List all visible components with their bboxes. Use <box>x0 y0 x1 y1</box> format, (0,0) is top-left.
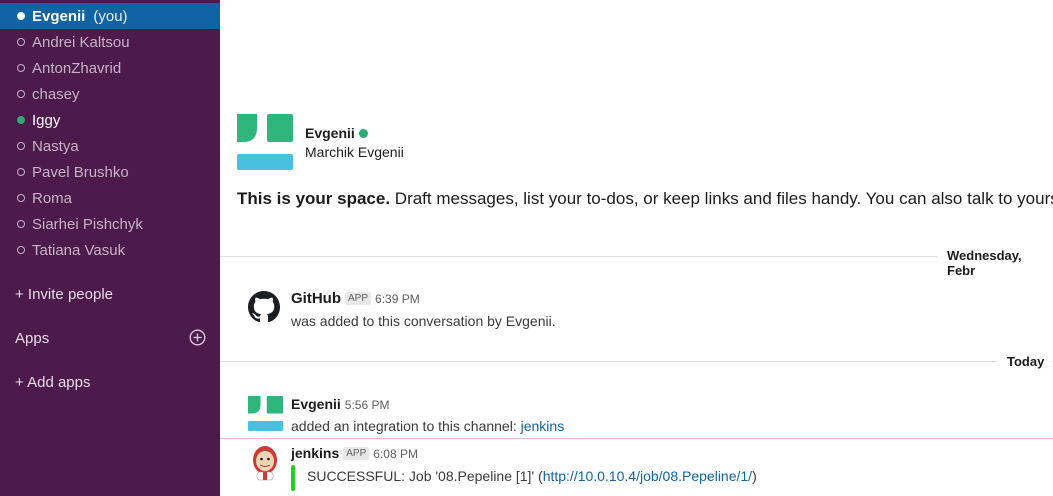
message-timestamp[interactable]: 6:08 PM <box>373 447 418 461</box>
jenkins-link[interactable]: jenkins <box>521 418 565 434</box>
dm-name: chasey <box>32 85 80 103</box>
message-author[interactable]: Evgenii <box>291 396 341 412</box>
attachment-text: SUCCESSFUL: Job '08.Pepeline [1]' (http:… <box>307 468 757 484</box>
github-avatar-icon[interactable] <box>248 291 280 323</box>
dm-item-antonzhavrid[interactable]: AntonZhavrid <box>0 55 220 81</box>
dm-item-siarhei-pishchyk[interactable]: Siarhei Pishchyk <box>0 211 220 237</box>
dm-item-iggy[interactable]: Iggy <box>0 107 220 133</box>
message-author[interactable]: jenkins <box>291 445 339 461</box>
new-messages-line <box>220 438 1053 439</box>
dm-item-evgenii[interactable]: Evgenii (you) <box>0 3 220 29</box>
presence-dot <box>17 142 25 150</box>
intro-full-name: Marchik Evgenii <box>305 144 404 160</box>
dm-name: AntonZhavrid <box>32 59 122 77</box>
attachment-text-before: SUCCESSFUL: Job '08.Pepeline [1]' ( <box>307 468 543 484</box>
dm-item-nastya[interactable]: Nastya <box>0 133 220 159</box>
dm-item-tatiana-vasuk[interactable]: Tatiana Vasuk <box>0 237 220 263</box>
dm-name: Roma <box>32 189 73 207</box>
presence-dot <box>17 246 25 254</box>
dm-name: Andrei Kaltsou <box>32 33 130 51</box>
message-body: added an integration to this channel: <box>291 418 521 434</box>
dm-name: Evgenii <box>32 7 86 25</box>
app-badge: APP <box>345 292 372 305</box>
intro-bold-text: This is your space. <box>237 189 391 208</box>
day-divider-label[interactable]: Wednesday, Febr <box>937 248 1053 278</box>
presence-dot <box>17 64 25 72</box>
dm-name: Iggy <box>32 111 61 129</box>
jenkins-avatar-icon[interactable] <box>250 445 280 481</box>
message-header: jenkins APP 6:08 PM <box>291 445 418 463</box>
dm-name: Pavel Brushko <box>32 163 129 181</box>
job-url-link[interactable]: http://10.0.10.4/job/08.Pepeline/1/ <box>543 468 752 484</box>
attachment-status-bar <box>291 465 295 491</box>
intro-text: This is your space. Draft messages, list… <box>237 189 1053 209</box>
message-header: GitHub APP 6:39 PM <box>291 290 420 308</box>
add-apps-link[interactable]: + Add apps <box>15 374 90 391</box>
intro-body-text: Draft messages, list your to-dos, or kee… <box>390 189 1053 208</box>
dm-item-andrei-kaltsou[interactable]: Andrei Kaltsou <box>0 29 220 55</box>
dm-name: Siarhei Pishchyk <box>32 215 143 233</box>
presence-dot <box>17 168 25 176</box>
message-text: was added to this conversation by Evgeni… <box>291 313 556 329</box>
message-timestamp[interactable]: 5:56 PM <box>345 398 390 412</box>
message-author[interactable]: GitHub <box>291 290 341 307</box>
presence-dot <box>17 90 25 98</box>
message-timestamp[interactable]: 6:39 PM <box>375 292 420 306</box>
dm-name: Nastya <box>32 137 79 155</box>
message-header: Evgenii 5:56 PM <box>291 396 390 414</box>
presence-dot <box>17 12 25 20</box>
presence-dot <box>17 38 25 46</box>
invite-people-link[interactable]: + Invite people <box>15 286 113 303</box>
presence-dot <box>359 129 368 138</box>
message-text: added an integration to this channel: je… <box>291 418 564 434</box>
conversation-pane: Evgenii Marchik Evgenii This is your spa… <box>220 0 1053 496</box>
add-app-plus-icon[interactable] <box>189 329 206 346</box>
dm-you-label: (you) <box>93 7 128 25</box>
apps-section-heading[interactable]: Apps <box>15 330 49 347</box>
dm-name: Tatiana Vasuk <box>32 241 126 259</box>
day-divider-line <box>220 361 1053 362</box>
presence-dot <box>17 116 25 124</box>
workspace-avatar[interactable] <box>237 114 293 170</box>
intro-user-name[interactable]: Evgenii <box>305 125 355 141</box>
day-divider-label[interactable]: Today <box>997 354 1053 369</box>
day-divider-line <box>220 256 1053 257</box>
presence-dot <box>17 194 25 202</box>
presence-dot <box>17 220 25 228</box>
dm-item-chasey[interactable]: chasey <box>0 81 220 107</box>
attachment-text-after: ) <box>752 468 757 484</box>
app-badge: APP <box>343 447 370 460</box>
sidebar: Evgenii (you) Andrei Kaltsou AntonZhavri… <box>0 0 220 496</box>
dm-item-pavel-brushko[interactable]: Pavel Brushko <box>0 159 220 185</box>
dm-item-roma[interactable]: Roma <box>0 185 220 211</box>
user-avatar[interactable] <box>248 396 283 431</box>
